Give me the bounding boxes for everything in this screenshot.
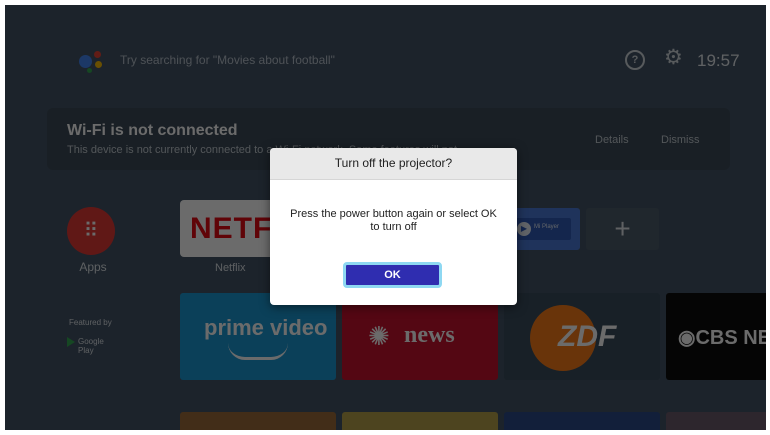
help-icon[interactable]: ? <box>625 50 645 70</box>
dialog-header: Turn off the projector? <box>270 148 517 180</box>
prime-video-logo: prime video <box>204 315 328 340</box>
power-off-dialog: Turn off the projector? Press the power … <box>270 148 517 305</box>
gear-icon[interactable]: ⚙ <box>664 46 683 70</box>
zdf-tile[interactable]: ZDF <box>504 293 660 380</box>
cbc-gem-icon: ✺ <box>368 321 390 351</box>
mi-player-text: Mi Player <box>534 224 560 230</box>
dialog-title: Turn off the projector? <box>334 156 453 170</box>
cbs-news-logo: ◉CBS NEWS <box>678 327 766 349</box>
google-assistant-icon[interactable] <box>77 47 105 75</box>
content-tile[interactable] <box>504 412 660 430</box>
play-icon: ▶ <box>517 222 531 236</box>
apps-label: Apps <box>79 260 107 274</box>
prime-video-tile[interactable]: prime video <box>180 293 336 380</box>
zdf-logo: ZDF <box>558 320 617 353</box>
cbs-news-tile[interactable]: ◉CBS NEWS <box>666 293 766 380</box>
dismiss-button[interactable]: Dismiss <box>661 134 700 146</box>
notification-title: Wi-Fi is not connected <box>67 122 238 139</box>
details-button[interactable]: Details <box>595 134 629 146</box>
mi-player-badge: ▶ Mi Player <box>513 218 571 240</box>
apps-button[interactable]: ⠿ <box>67 207 115 255</box>
content-tile[interactable] <box>180 412 336 430</box>
prime-smile-icon <box>228 343 288 360</box>
cbc-news-logo: news <box>404 322 455 348</box>
apps-grid-icon: ⠿ <box>83 220 99 242</box>
clock: 19:57 <box>697 51 740 70</box>
search-hint[interactable]: Try searching for "Movies about football… <box>120 53 335 67</box>
google-play-icon <box>67 337 75 347</box>
dialog-message: Press the power button again or select O… <box>290 208 497 233</box>
netflix-label: Netflix <box>215 262 246 274</box>
content-tile[interactable] <box>342 412 498 430</box>
add-app-button[interactable]: + <box>586 208 659 250</box>
cbc-news-tile[interactable]: ✺ news <box>342 293 498 380</box>
featured-label: Featured by <box>69 318 112 327</box>
google-play-text: Google Play <box>78 337 104 355</box>
tv-screen: Try searching for "Movies about football… <box>5 5 766 430</box>
content-tile[interactable] <box>666 412 766 430</box>
ok-button[interactable]: OK <box>343 262 442 288</box>
mi-player-tile[interactable]: ▶ Mi Player <box>507 208 580 250</box>
